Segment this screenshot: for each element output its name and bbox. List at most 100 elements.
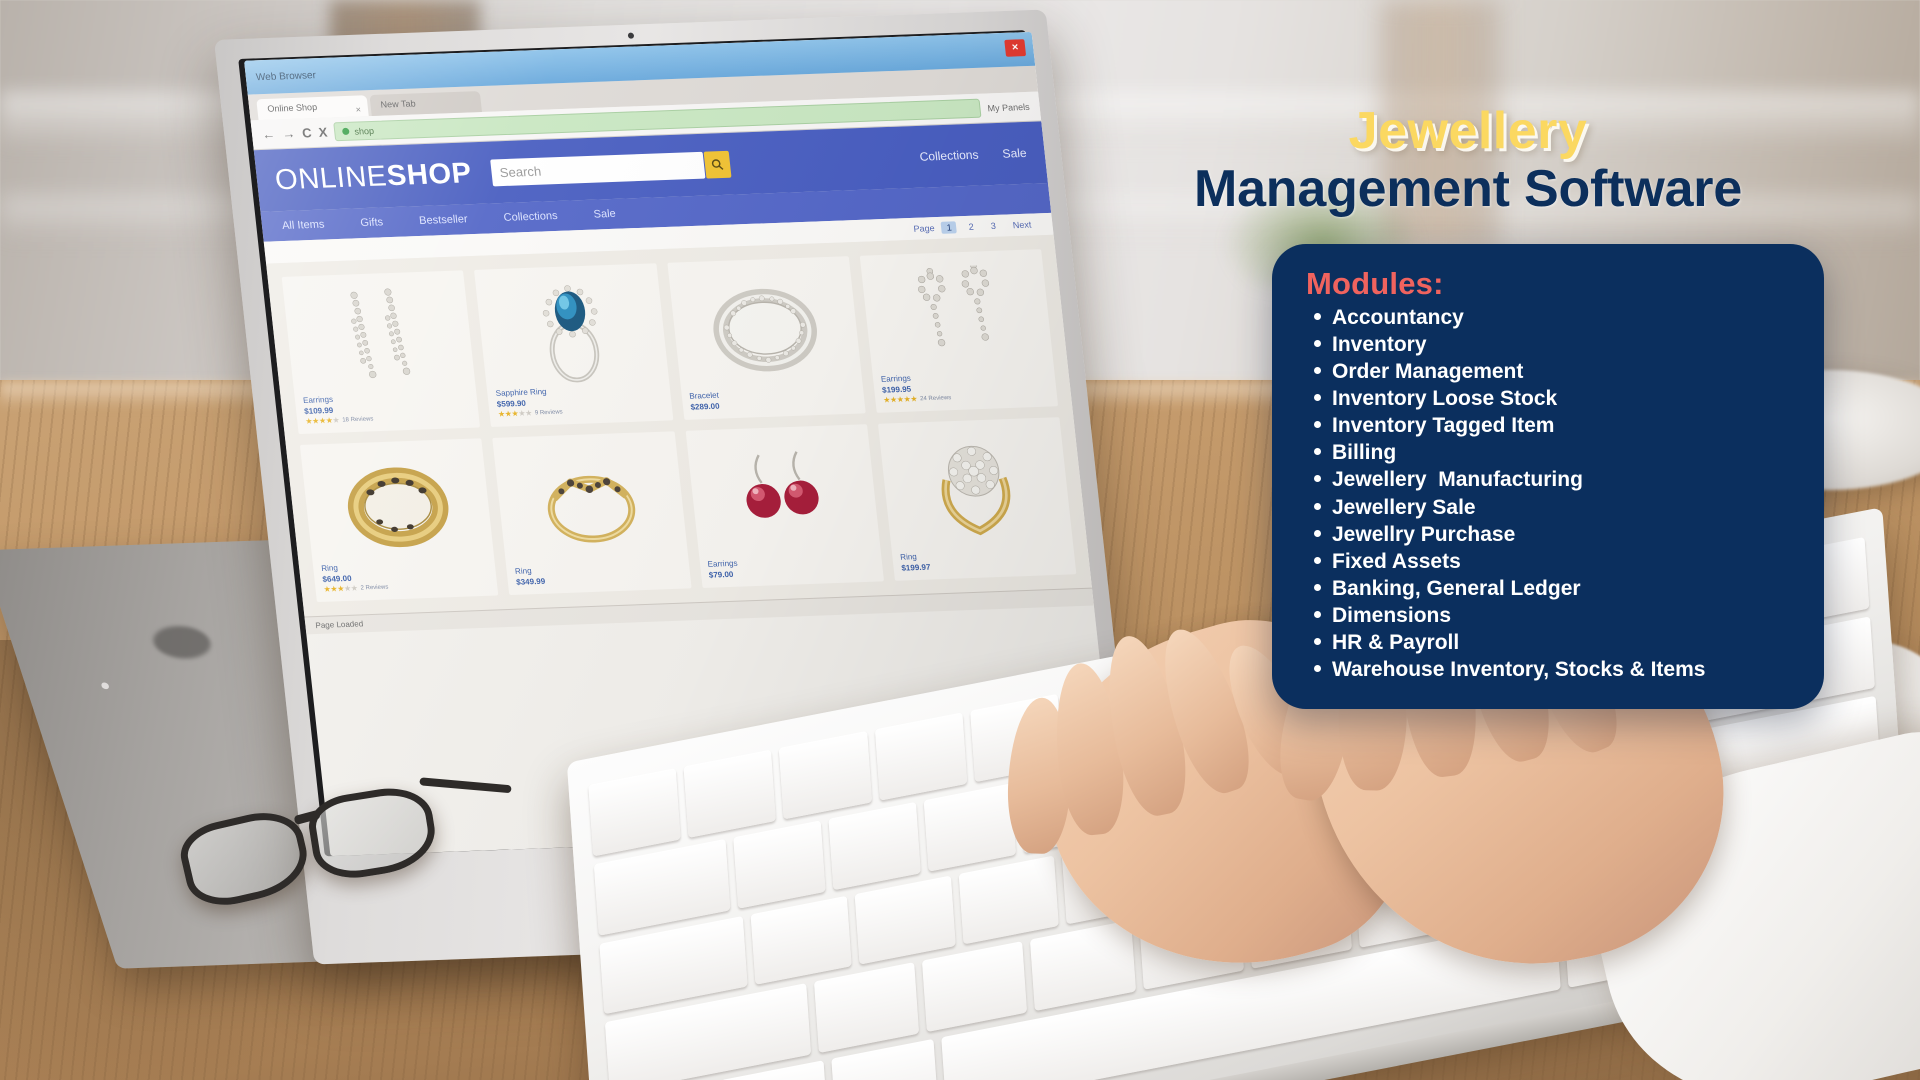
secure-lock-icon xyxy=(341,127,350,136)
module-label: Inventory xyxy=(1332,333,1427,357)
search-button[interactable] xyxy=(703,150,732,179)
key xyxy=(750,895,852,986)
pagination-page-3[interactable]: 3 xyxy=(985,220,1001,232)
product-image xyxy=(887,425,1066,553)
chevron-ring-icon xyxy=(547,475,636,543)
browser-bookmarks-label[interactable]: My Panels xyxy=(987,101,1030,112)
list-item: Inventory xyxy=(1306,331,1794,358)
cluster-earrings-icon xyxy=(918,264,990,347)
list-item: Banking, General Ledger xyxy=(1306,575,1794,602)
module-label: Jewellry Purchase xyxy=(1332,522,1516,546)
sapphire-ring-icon xyxy=(542,285,600,383)
key xyxy=(588,768,681,857)
forward-icon[interactable]: → xyxy=(281,126,296,141)
pagination-page-1[interactable]: 1 xyxy=(940,221,958,234)
ruby-earrings-icon xyxy=(746,451,819,518)
product-card[interactable]: Ring $649.00 ★★★★★ 2 Reviews xyxy=(299,438,499,603)
product-image xyxy=(291,279,469,397)
list-item: Jewellry Purchase xyxy=(1306,521,1794,548)
star-rating-icon: ★★★★★ xyxy=(497,408,533,419)
product-card[interactable]: Ring $349.99 xyxy=(492,431,692,596)
drop-earrings-icon xyxy=(350,288,410,379)
browser-window-title: Web Browser xyxy=(255,69,317,83)
list-item: Billing xyxy=(1306,439,1794,466)
product-image xyxy=(501,440,680,568)
nav-item-sale[interactable]: Sale xyxy=(593,208,616,221)
list-item: Jewellery Sale xyxy=(1306,494,1794,521)
module-label: Warehouse Inventory, Stocks & Items xyxy=(1332,658,1706,682)
key xyxy=(958,855,1060,945)
list-item: Inventory Loose Stock xyxy=(1306,385,1794,412)
browser-tab-label: New Tab xyxy=(380,98,417,110)
review-count: 24 Reviews xyxy=(919,394,952,402)
status-text: Page Loaded xyxy=(314,619,364,631)
modules-panel-title: Modules: xyxy=(1306,266,1444,301)
back-icon[interactable]: ← xyxy=(261,127,276,142)
reload-icon[interactable]: C xyxy=(301,125,312,140)
module-label: Jewellery Manufacturing xyxy=(1332,468,1583,492)
key xyxy=(813,962,920,1054)
list-item: Jewellery Manufacturing xyxy=(1306,466,1794,493)
search-icon xyxy=(711,158,724,170)
list-item: Accountancy xyxy=(1306,304,1794,331)
product-image xyxy=(676,264,855,392)
list-item: HR & Payroll xyxy=(1306,629,1794,656)
review-count: 18 Reviews xyxy=(341,415,374,423)
star-rating-icon: ★★★★★ xyxy=(323,583,359,594)
list-item: Order Management xyxy=(1306,358,1794,385)
list-item: Dimensions xyxy=(1306,602,1794,629)
browser-tab-new-tab[interactable]: New Tab xyxy=(369,91,482,116)
module-label: Billing xyxy=(1332,441,1397,465)
bullet-icon xyxy=(1314,529,1321,537)
product-card[interactable]: Ring $199.97 xyxy=(877,417,1077,581)
close-icon[interactable]: × xyxy=(1004,39,1027,57)
module-label: Banking, General Ledger xyxy=(1332,576,1581,600)
nav-item-all-items[interactable]: All Items xyxy=(281,219,325,232)
headline-main: Management Software xyxy=(1193,160,1743,219)
product-card[interactable]: Sapphire Ring $599.90 ★★★★★ 9 Reviews xyxy=(474,263,673,428)
nav-item-collections[interactable]: Collections xyxy=(503,210,558,224)
module-label: HR & Payroll xyxy=(1332,630,1460,654)
webcam-icon xyxy=(627,32,635,39)
modules-panel: Modules: Accountancy Inventory Order Man… xyxy=(1272,244,1824,710)
header-link-collections[interactable]: Collections xyxy=(919,148,979,164)
pagination-next[interactable]: Next xyxy=(1007,218,1037,231)
pagination-label: Page xyxy=(912,223,936,234)
header-link-sale[interactable]: Sale xyxy=(1002,146,1028,161)
module-label: Jewellery Sale xyxy=(1332,495,1476,519)
gold-band-ring-icon xyxy=(347,467,449,548)
bullet-icon xyxy=(1314,637,1321,645)
bullet-icon xyxy=(1314,475,1321,483)
product-card[interactable]: Earrings $79.00 xyxy=(685,424,884,588)
product-card[interactable]: Earrings $109.99 ★★★★★ 18 Reviews xyxy=(281,270,481,435)
key xyxy=(683,749,777,838)
nav-item-bestseller[interactable]: Bestseller xyxy=(419,213,469,227)
list-item: Warehouse Inventory, Stocks & Items xyxy=(1306,656,1794,683)
search-input[interactable]: Search xyxy=(490,151,706,186)
bullet-icon xyxy=(1314,583,1321,591)
bullet-icon xyxy=(1314,394,1321,402)
product-card[interactable]: Bracelet $289.00 xyxy=(666,256,866,420)
review-count: 9 Reviews xyxy=(534,408,563,416)
shop-logo[interactable]: ONLINESHOP xyxy=(273,157,473,197)
tab-close-icon[interactable]: × xyxy=(355,99,363,120)
nav-item-gifts[interactable]: Gifts xyxy=(360,216,384,229)
headline-block: Jewellery Management Software xyxy=(1108,103,1828,219)
star-rating-icon: ★★★★★ xyxy=(882,394,918,405)
product-card[interactable]: Earrings $199.95 ★★★★★ 24 Reviews xyxy=(859,249,1059,413)
bullet-icon xyxy=(1314,665,1321,673)
list-item: Inventory Tagged Item xyxy=(1306,412,1794,439)
shop-logo-bold: SHOP xyxy=(385,156,474,192)
browser-tab-online-shop[interactable]: Online Shop × xyxy=(256,95,369,121)
url-text: shop xyxy=(353,125,375,137)
pagination-page-2[interactable]: 2 xyxy=(963,221,979,233)
modules-list: Accountancy Inventory Order Management I… xyxy=(1306,304,1794,683)
product-image xyxy=(483,272,661,390)
search-placeholder: Search xyxy=(498,163,542,180)
laptop-base-logo xyxy=(148,625,216,660)
module-label: Fixed Assets xyxy=(1332,549,1461,573)
product-image xyxy=(309,447,487,565)
product-grid: Earrings $109.99 ★★★★★ 18 Reviews Sapphi… xyxy=(266,234,1092,617)
module-label: Inventory Loose Stock xyxy=(1332,387,1558,411)
stop-icon[interactable]: X xyxy=(318,125,328,140)
